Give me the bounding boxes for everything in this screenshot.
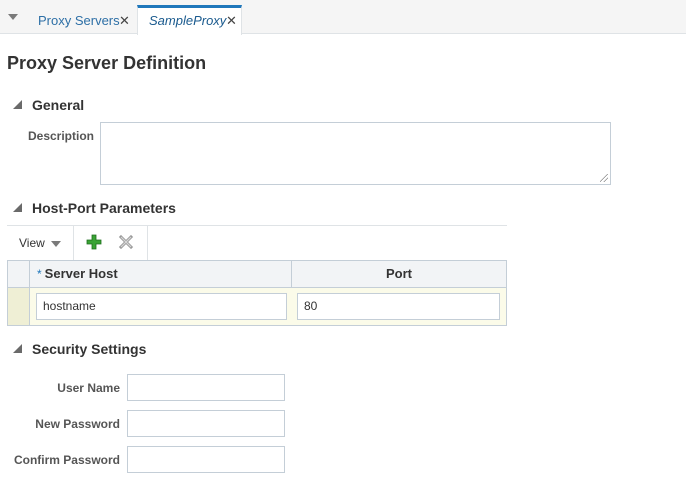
confirm-password-field[interactable] (127, 446, 285, 473)
table-header-row: * Server Host Port (8, 261, 506, 288)
view-menu-button[interactable]: View (19, 236, 45, 250)
disclosure-triangle-icon[interactable] (13, 344, 22, 353)
tab-label: SampleProxy (149, 13, 227, 28)
resize-grip-icon[interactable] (600, 174, 608, 182)
new-password-field[interactable] (127, 410, 285, 437)
confirm-password-label: Confirm Password (13, 453, 120, 467)
server-host-input[interactable]: hostname (36, 293, 287, 320)
disclosure-triangle-icon[interactable] (13, 203, 22, 212)
column-header-label: Server Host (44, 266, 118, 281)
column-header-server-host[interactable]: * Server Host (31, 261, 292, 287)
delete-icon[interactable] (118, 234, 134, 250)
row-header-stub (8, 261, 30, 287)
disclosure-triangle-icon[interactable] (13, 100, 22, 109)
new-password-label: New Password (35, 417, 120, 431)
tab-label: Proxy Servers (38, 13, 120, 28)
toolbar-separator (73, 226, 74, 260)
section-heading-host-port: Host-Port Parameters (32, 200, 176, 216)
description-textarea[interactable] (100, 122, 611, 185)
close-icon[interactable]: ✕ (226, 8, 237, 34)
section-divider (7, 225, 507, 226)
toolbar-separator (147, 226, 148, 260)
section-heading-security: Security Settings (32, 341, 147, 357)
table-row[interactable]: hostname 80 (8, 288, 506, 325)
tab-proxy-servers[interactable]: Proxy Servers ✕ (27, 7, 134, 34)
column-header-port[interactable]: Port (292, 261, 506, 287)
tab-menu-chevron-icon[interactable] (8, 14, 18, 20)
host-port-table: * Server Host Port hostname 80 (7, 260, 507, 326)
row-header-stub[interactable] (8, 288, 30, 325)
user-name-field[interactable] (127, 374, 285, 401)
chevron-down-icon[interactable] (51, 241, 61, 247)
section-heading-general: General (32, 97, 85, 113)
description-label: Description (27, 129, 94, 143)
tab-sample-proxy[interactable]: SampleProxy ✕ (137, 5, 242, 35)
required-marker: * (37, 267, 42, 281)
close-icon[interactable]: ✕ (119, 7, 130, 34)
tab-strip: Proxy Servers ✕ SampleProxy ✕ (0, 0, 686, 35)
page-title: Proxy Server Definition (7, 53, 207, 73)
port-input[interactable]: 80 (297, 293, 500, 320)
add-icon[interactable] (86, 234, 102, 250)
user-name-label: User Name (57, 381, 120, 395)
